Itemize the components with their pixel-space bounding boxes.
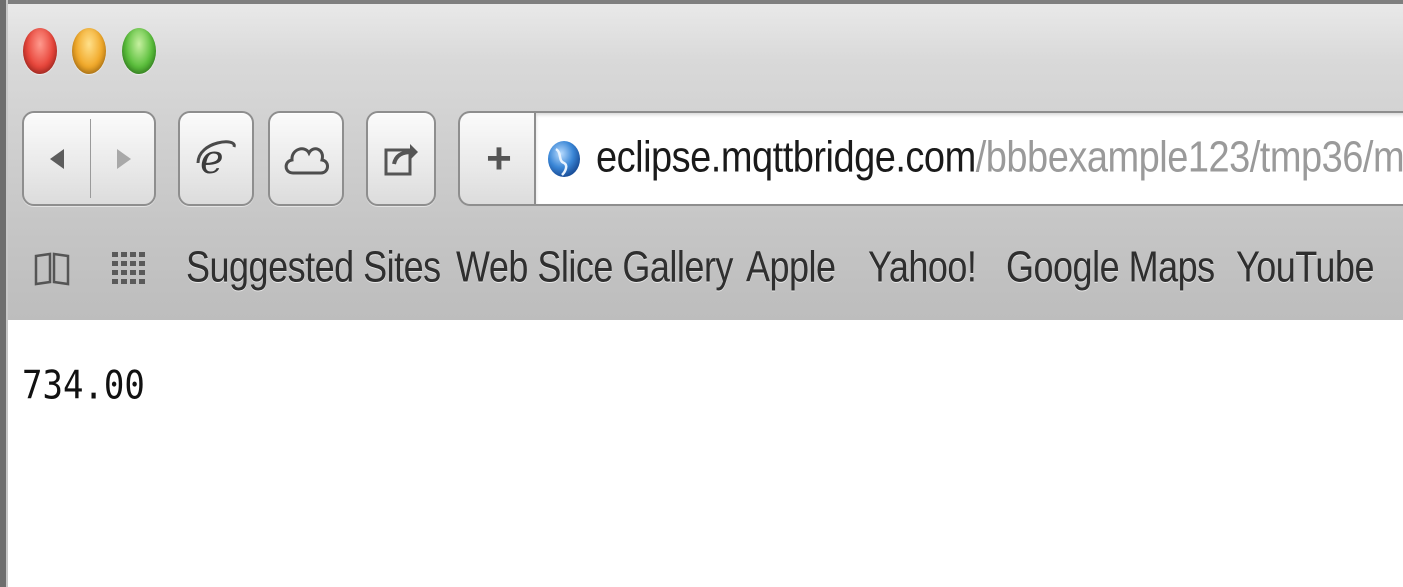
bookmark-yahoo[interactable]: Yahoo!: [868, 242, 977, 292]
close-window-button[interactable]: [23, 28, 57, 74]
globe-icon: [548, 140, 580, 177]
url-text: eclipse.mqttbridge.com/bbbexample123/tmp…: [596, 134, 1403, 183]
reading-list-icon[interactable]: [32, 248, 72, 288]
share-icon: [384, 143, 418, 175]
bookmark-web-slice-gallery[interactable]: Web Slice Gallery: [456, 242, 733, 292]
sensor-value: 734.00: [22, 363, 145, 409]
back-button[interactable]: [24, 113, 90, 204]
back-arrow-icon: [50, 148, 64, 169]
forward-button[interactable]: [91, 113, 157, 204]
bookmark-google-maps[interactable]: Google Maps: [1006, 242, 1215, 292]
internet-explorer-icon: e: [196, 137, 236, 183]
toolbar: e + eclipse.mqttbridge.com/bbbexample123…: [0, 107, 1403, 212]
forward-arrow-icon: [117, 148, 131, 169]
add-bookmark-button[interactable]: +: [458, 111, 538, 206]
title-bar: [0, 4, 1403, 99]
browser-chrome: e + eclipse.mqttbridge.com/bbbexample123…: [0, 0, 1403, 324]
zoom-window-button[interactable]: [122, 28, 156, 74]
back-forward-group: [22, 111, 156, 206]
top-sites-grid-icon[interactable]: [108, 248, 150, 288]
url-host: eclipse.mqttbridge.com: [596, 133, 976, 183]
internet-explorer-button[interactable]: e: [178, 111, 254, 206]
cloud-icon: [284, 146, 329, 174]
bookmarks-bar: Suggested Sites Web Slice Gallery Apple …: [0, 224, 1403, 314]
icloud-tabs-button[interactable]: [268, 111, 344, 206]
bookmark-apple[interactable]: Apple: [746, 242, 836, 292]
url-path: /bbbexample123/tmp36/mv: [975, 133, 1403, 183]
browser-window: e + eclipse.mqttbridge.com/bbbexample123…: [0, 0, 1403, 587]
address-bar[interactable]: eclipse.mqttbridge.com/bbbexample123/tmp…: [534, 111, 1403, 206]
minimize-window-button[interactable]: [72, 28, 106, 74]
page-content: 734.00: [8, 320, 1403, 587]
share-button[interactable]: [366, 111, 436, 206]
bookmark-youtube[interactable]: YouTube: [1236, 242, 1374, 292]
bookmark-suggested-sites[interactable]: Suggested Sites: [186, 242, 441, 292]
